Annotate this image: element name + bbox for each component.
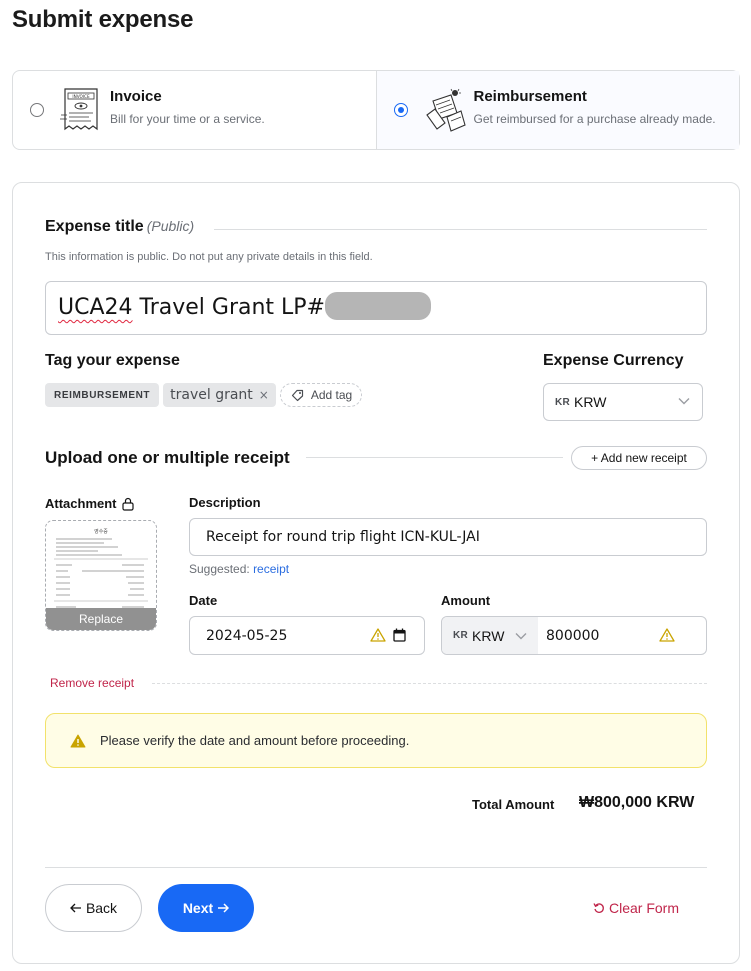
add-tag-label: Add tag [310, 388, 353, 402]
expense-title-public-note: (Public) [146, 218, 195, 234]
divider [152, 683, 707, 684]
attachment-heading: Attachment [45, 496, 134, 511]
tag-travel-grant-label: travel grant [170, 387, 253, 403]
amount-label: Amount [441, 593, 491, 608]
suggestion-prefix: Suggested: [189, 562, 250, 576]
back-label: Back [85, 900, 118, 916]
reimbursement-title: Reimbursement [473, 88, 587, 105]
expense-title-label: Expense title [45, 218, 144, 235]
amount-currency-select[interactable]: KR KRW [442, 617, 538, 654]
verification-alert: Please verify the date and amount before… [45, 713, 707, 768]
add-tag-button[interactable]: Add tag [279, 383, 363, 407]
arrow-left-icon [70, 903, 81, 913]
chevron-down-icon [678, 398, 690, 405]
amount-currency-prefix: KR [453, 630, 469, 641]
warning-icon [70, 734, 86, 747]
divider [214, 229, 707, 230]
next-label: Next [182, 900, 214, 916]
calendar-icon[interactable] [393, 628, 406, 642]
tag-reimbursement: REIMBURSEMENT [45, 383, 160, 407]
divider [45, 867, 707, 868]
reset-icon [593, 903, 604, 913]
lock-icon [121, 497, 134, 511]
tag-icon [291, 389, 303, 401]
expense-title-value: Travel Grant LP# [132, 295, 326, 320]
receipt-thumbnail-header: 영수증 [94, 528, 108, 535]
amount-field: KR KRW 800000 [441, 616, 707, 655]
page-title: Submit expense [12, 6, 194, 33]
invoice-illustration-text: INVOICE [72, 94, 90, 99]
expense-type-selector: INVOICE Invoice Bill for your time or a … [12, 70, 740, 150]
attachment-label: Attachment [45, 496, 117, 511]
description-input[interactable]: Receipt for round trip flight ICN-KUL-JA… [189, 518, 707, 556]
clear-form-button[interactable]: Clear Form [593, 900, 679, 916]
expense-title-input[interactable]: UCA24 Travel Grant LP# [45, 281, 707, 335]
reimbursement-radio[interactable] [393, 103, 408, 117]
suggestion-hint: Suggested: receipt [189, 562, 289, 576]
redacted-area [325, 292, 431, 320]
tag-heading: Tag your expense [45, 352, 180, 369]
arrow-right-icon [218, 903, 230, 913]
reimbursement-description: Get reimbursed for a purchase already ma… [473, 112, 716, 126]
add-receipt-button[interactable]: + Add new receipt [571, 446, 707, 470]
amount-currency-value: KRW [472, 627, 505, 644]
currency-select[interactable]: KR KRW [543, 383, 703, 421]
currency-code-prefix: KR [555, 396, 571, 408]
description-label: Description [189, 495, 261, 510]
expense-type-reimbursement[interactable]: Reimbursement Get reimbursed for a purch… [375, 71, 739, 149]
date-input[interactable]: 2024-05-25 [189, 616, 425, 655]
warning-icon [370, 628, 386, 642]
tag-list: REIMBURSEMENT travel grant × Add tag [45, 383, 363, 407]
divider [306, 457, 563, 458]
receipt-attachment[interactable]: 영수증 Replace [45, 520, 157, 631]
amount-input[interactable]: 800000 [538, 617, 706, 654]
spellcheck-word: UCA24 [58, 295, 133, 320]
total-amount-value: ₩800,000 KRW [579, 794, 695, 811]
reimbursement-illustration-icon [425, 88, 466, 132]
replace-attachment-button[interactable]: Replace [46, 608, 156, 630]
suggestion-link[interactable]: receipt [253, 562, 289, 576]
expense-type-invoice[interactable]: INVOICE Invoice Bill for your time or a … [13, 71, 376, 149]
amount-value: 800000 [546, 627, 600, 644]
tag-travel-grant: travel grant × [163, 383, 276, 407]
warning-icon [659, 628, 675, 642]
remove-tag-icon[interactable]: × [259, 388, 269, 402]
invoice-title: Invoice [110, 88, 162, 105]
invoice-description: Bill for your time or a service. [110, 112, 265, 126]
invoice-illustration-icon: INVOICE [60, 88, 98, 131]
alert-text: Please verify the date and amount before… [100, 733, 410, 748]
currency-value: KRW [574, 394, 607, 410]
next-button[interactable]: Next [158, 884, 254, 932]
invoice-radio[interactable] [30, 103, 44, 117]
date-value: 2024-05-25 [206, 627, 288, 644]
expense-title-heading: Expense title (Public) [45, 218, 194, 236]
clear-form-label: Clear Form [609, 900, 680, 916]
chevron-down-icon [515, 633, 527, 640]
remove-receipt-button[interactable]: Remove receipt [50, 676, 134, 690]
receipts-heading: Upload one or multiple receipt [45, 448, 290, 467]
currency-heading: Expense Currency [543, 352, 684, 369]
expense-title-help: This information is public. Do not put a… [45, 251, 373, 263]
back-button[interactable]: Back [45, 884, 142, 932]
date-label: Date [189, 593, 218, 608]
total-amount-label: Total Amount [472, 797, 555, 812]
